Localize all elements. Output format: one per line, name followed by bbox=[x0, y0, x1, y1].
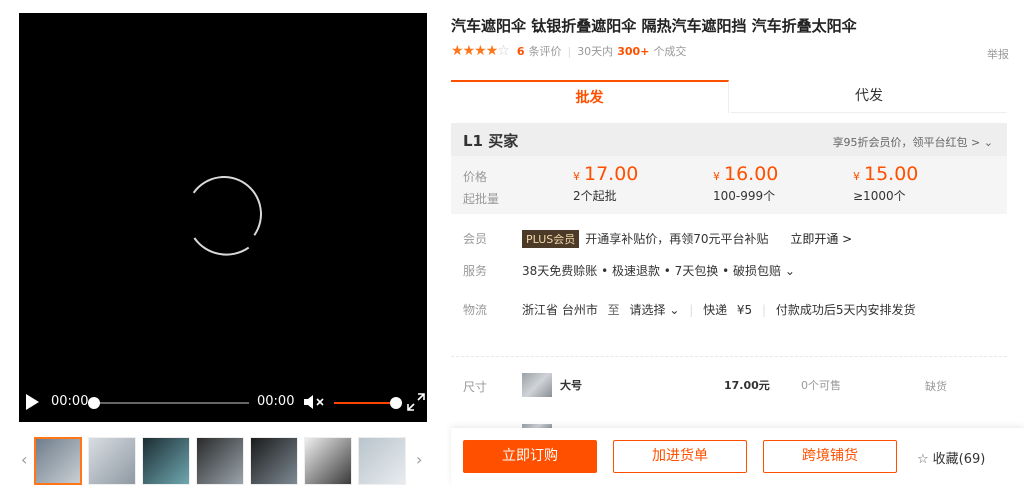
size-option-status: 缺货 bbox=[925, 380, 947, 393]
divider bbox=[451, 356, 1007, 357]
qty-label: 起批量 bbox=[463, 192, 500, 206]
tier-qty: ≥1000个 bbox=[853, 189, 906, 203]
member-label: 会员 bbox=[463, 232, 488, 246]
progress-bar[interactable] bbox=[88, 397, 249, 409]
thumbnail-item[interactable] bbox=[88, 437, 136, 485]
thumb-next-icon[interactable]: › bbox=[416, 450, 422, 469]
product-title: 汽车遮阳伞 钛银折叠遮阳伞 隔热汽车遮阳挡 汽车折叠太阳伞 bbox=[451, 17, 857, 35]
buyer-level: L1 买家 bbox=[463, 130, 518, 151]
buyer-level-code: L1 bbox=[463, 132, 483, 150]
thumbnail-item[interactable] bbox=[34, 437, 82, 485]
duration: 00:00 bbox=[257, 394, 295, 409]
tier-price: 15.00 bbox=[864, 163, 919, 185]
play-icon[interactable] bbox=[26, 394, 39, 410]
star-filled-icon: ★ bbox=[485, 43, 499, 59]
rating-stars: ★★★★☆ bbox=[451, 43, 510, 59]
service-text[interactable]: 38天免费赊账 • 极速退款 • 7天包换 • 破损包赔 ⌄ bbox=[522, 262, 795, 279]
thumbnail-item[interactable] bbox=[142, 437, 190, 485]
sales-suffix: 个成交 bbox=[653, 45, 687, 58]
thumbnail-item[interactable] bbox=[304, 437, 352, 485]
member-open-link[interactable]: 立即开通 > bbox=[790, 232, 852, 246]
rating-row: ★★★★☆ 6 条评价 | 30天内 300+ 个成交 bbox=[451, 43, 687, 59]
fullscreen-icon[interactable] bbox=[407, 393, 425, 411]
report-link[interactable]: 举报 bbox=[987, 46, 1009, 62]
star-outline-icon: ☆ bbox=[917, 452, 929, 467]
sales-count: 300+ bbox=[617, 44, 650, 58]
service-row: 服务 38天免费赊账 • 极速退款 • 7天包换 • 破损包赔 ⌄ bbox=[463, 262, 1007, 280]
sales-prefix: 30天内 bbox=[577, 45, 614, 58]
thumb-prev-icon[interactable]: ‹ bbox=[21, 450, 27, 469]
ship-origin: 浙江省 台州市 bbox=[522, 303, 598, 317]
vip-note[interactable]: 享95折会员价，领平台红包 > ⌄ bbox=[833, 134, 993, 150]
plus-badge: PLUS会员 bbox=[522, 230, 580, 248]
tab-dropship[interactable]: 代发 bbox=[731, 80, 1007, 113]
size-row: 尺寸 大号 17.00元 0个可售 缺货 bbox=[463, 373, 1007, 399]
size-option-label[interactable]: 大号 bbox=[560, 377, 582, 393]
price-box: L1 买家 享95折会员价，领平台红包 > ⌄ 价格 起批量 ¥17.00 2个… bbox=[451, 123, 1007, 214]
currency: ¥ bbox=[853, 170, 860, 183]
thumbnail-item[interactable] bbox=[196, 437, 244, 485]
thumbnail-strip: ‹ › bbox=[19, 436, 427, 486]
price-tier: ¥16.00 100-999个 bbox=[713, 163, 778, 204]
star-filled-icon: ★ bbox=[451, 43, 464, 59]
volume-slider[interactable] bbox=[334, 397, 402, 409]
review-label[interactable]: 条评价 bbox=[528, 43, 561, 59]
favorite-label: 收藏(69) bbox=[932, 452, 986, 467]
thumbnail-item[interactable] bbox=[250, 437, 298, 485]
current-time: 00:00 bbox=[51, 394, 89, 409]
star-filled-icon: ★ bbox=[474, 43, 487, 59]
destination-select[interactable]: 请选择 ⌄ bbox=[630, 303, 680, 317]
member-row: 会员 PLUS会员 开通享补贴价，再领70元平台补贴 立即开通 > bbox=[463, 230, 1007, 248]
tier-qty: 2个起批 bbox=[573, 189, 617, 203]
currency: ¥ bbox=[713, 170, 720, 183]
size-option-price: 17.00元 bbox=[724, 379, 770, 392]
size-label: 尺寸 bbox=[463, 380, 488, 394]
ship-note: 付款成功后5天内安排发货 bbox=[775, 303, 916, 317]
action-bar: 立即订购 加进货单 跨境铺货 ☆ 收藏(69) bbox=[451, 428, 1024, 486]
buy-now-button[interactable]: 立即订购 bbox=[463, 440, 597, 473]
tier-qty: 100-999个 bbox=[713, 189, 776, 203]
price-tier: ¥17.00 2个起批 bbox=[573, 163, 638, 204]
volume-knob[interactable] bbox=[390, 397, 402, 409]
video-controls: 00:00 00:00 bbox=[19, 382, 427, 422]
logistics-row: 物流 浙江省 台州市 至 请选择 ⌄ | 快递 ¥5 | 付款成功后5天内安排发… bbox=[463, 303, 916, 317]
logistics-label: 物流 bbox=[463, 303, 488, 317]
express-fee: ¥5 bbox=[736, 303, 753, 317]
size-option-stock: 0个可售 bbox=[801, 379, 841, 392]
review-count[interactable]: 6 bbox=[517, 45, 525, 58]
add-to-cart-button[interactable]: 加进货单 bbox=[613, 440, 747, 473]
tier-price: 17.00 bbox=[584, 163, 639, 185]
loading-spinner-icon bbox=[179, 169, 269, 259]
service-label: 服务 bbox=[463, 264, 488, 278]
express-label: 快递 bbox=[703, 303, 728, 317]
thumbnail-item[interactable] bbox=[358, 437, 406, 485]
star-empty-icon: ☆ bbox=[497, 43, 510, 59]
member-text: 开通享补贴价，再领70元平台补贴 bbox=[585, 232, 769, 246]
tab-wholesale[interactable]: 批发 bbox=[451, 80, 729, 113]
tier-price: 16.00 bbox=[724, 163, 779, 185]
ship-to: 至 bbox=[607, 303, 620, 317]
price-label: 价格 bbox=[463, 170, 488, 184]
progress-knob[interactable] bbox=[88, 397, 100, 409]
buyer-level-label: 买家 bbox=[488, 132, 519, 150]
mute-icon[interactable] bbox=[303, 394, 325, 410]
cross-border-button[interactable]: 跨境铺货 bbox=[763, 440, 897, 473]
purchase-tabs: 批发 代发 bbox=[451, 80, 1007, 113]
video-player[interactable]: 00:00 00:00 bbox=[19, 13, 427, 422]
currency: ¥ bbox=[573, 170, 580, 183]
favorite-button[interactable]: ☆ 收藏(69) bbox=[917, 448, 985, 467]
star-filled-icon: ★ bbox=[462, 43, 476, 59]
price-tier: ¥15.00 ≥1000个 bbox=[853, 163, 918, 204]
size-option-image[interactable] bbox=[522, 373, 552, 397]
